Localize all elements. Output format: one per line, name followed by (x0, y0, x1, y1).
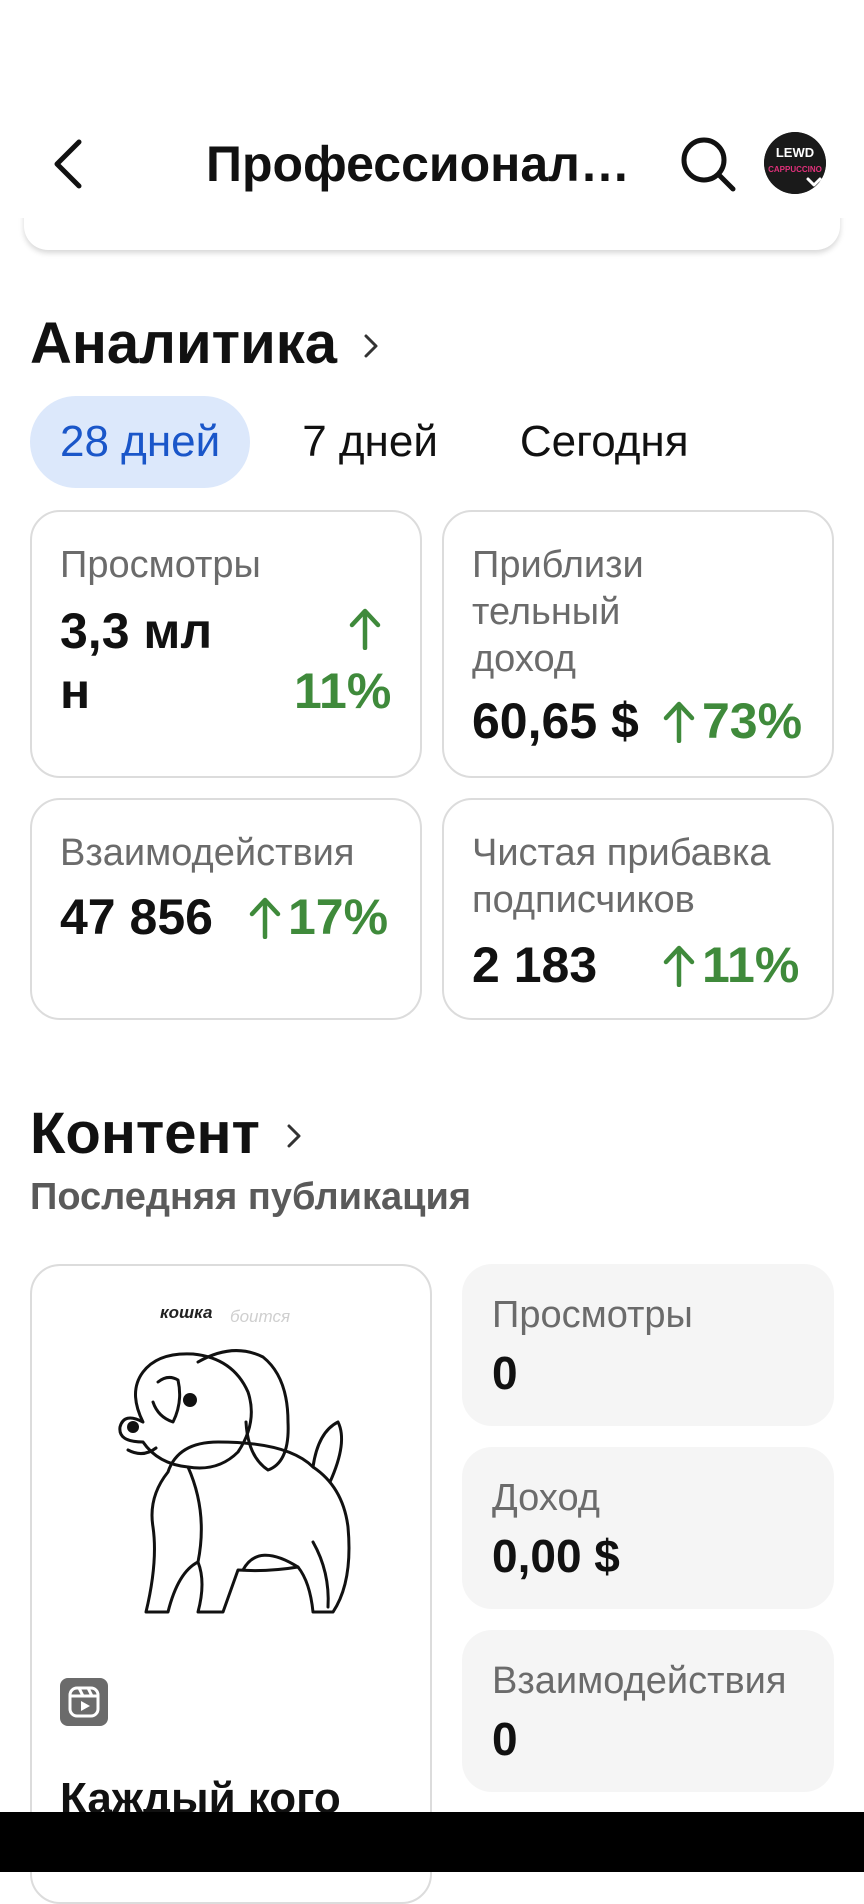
stat-change: 11% (702, 937, 800, 993)
metric-label: Взаимодействия (492, 1660, 787, 1702)
chevron-right-icon (364, 334, 378, 358)
stat-change: 11% (294, 663, 392, 719)
thumbnail-text: кошка (160, 1303, 212, 1322)
metric-label: Доход (492, 1477, 600, 1519)
metric-label: Просмотры (492, 1294, 693, 1336)
metric-value: 0,00 $ (492, 1530, 620, 1582)
tab-today[interactable]: Сегодня (490, 396, 719, 488)
chevron-down-icon[interactable] (802, 170, 826, 194)
post-interactions-metric[interactable]: Взаимодействия 0 (462, 1630, 834, 1792)
analytics-section-header[interactable]: Аналитика (30, 310, 379, 378)
stat-value: 2 183 (472, 937, 598, 993)
views-stat-card[interactable]: Просмотры 3,3 мл н 11% (30, 510, 422, 778)
tab-7-days[interactable]: 7 дней (272, 396, 468, 488)
stat-change: 17% (288, 889, 389, 945)
stat-value: 3,3 мл (60, 603, 213, 659)
top-app-bar: Профессиональ… LEWD CAPPUCCINO (0, 0, 864, 218)
post-views-metric[interactable]: Просмотры 0 (462, 1264, 834, 1426)
post-revenue-metric[interactable]: Доход 0,00 $ (462, 1447, 834, 1609)
stat-label: Просмотры (60, 544, 261, 586)
stat-value: 60,65 $ (472, 693, 639, 749)
content-subtitle: Последняя публикация (30, 1176, 472, 1218)
content-title: Контент (30, 1101, 260, 1166)
metric-value: 0 (492, 1347, 518, 1399)
page-title: Профессиональ… (206, 136, 656, 192)
thumbnail-text-faded: боится (230, 1307, 290, 1326)
stat-value-wrap: н (60, 663, 91, 719)
stat-change-group: 73% (662, 690, 802, 752)
tab-28-days[interactable]: 28 дней (30, 396, 251, 488)
content-section-header[interactable]: Контент (30, 1100, 302, 1168)
followers-stat-card[interactable]: Чистая прибавка подписчиков 2 183 11% (442, 798, 834, 1020)
stat-label: Приблизи (472, 544, 644, 586)
arrow-up-icon (249, 897, 281, 939)
stat-label-line3: доход (472, 638, 576, 680)
analytics-title: Аналитика (30, 311, 338, 376)
stat-label: Взаимодействия (60, 832, 355, 874)
arrow-up-icon (349, 608, 381, 650)
stat-change-group: 17% (248, 886, 388, 948)
stat-change: 73% (702, 693, 803, 749)
metric-value: 0 (492, 1713, 518, 1765)
reels-icon (60, 1678, 108, 1726)
search-icon (681, 137, 736, 192)
chevron-right-icon (287, 1124, 301, 1148)
back-arrow-icon (54, 139, 82, 189)
arrow-up-icon (663, 945, 695, 987)
stat-label: Чистая прибавка (472, 832, 771, 874)
search-button[interactable] (676, 132, 740, 196)
post-thumbnail-dog-drawing: кошка боится (118, 1303, 351, 1614)
revenue-stat-card[interactable]: Приблизи тельный доход 60,65 $ 73% (442, 510, 834, 778)
latest-post-card[interactable]: кошка боится Каждый кого (30, 1264, 432, 1904)
back-button[interactable] (40, 132, 96, 196)
stat-label-line2: тельный (472, 591, 621, 633)
avatar-text-top: LEWD (776, 145, 814, 160)
stat-value: 47 856 (60, 889, 213, 945)
arrow-up-icon (663, 701, 695, 743)
date-range-tabs: 28 дней 7 дней Сегодня (30, 396, 719, 488)
stat-label-line2: подписчиков (472, 879, 695, 921)
interactions-stat-card[interactable]: Взаимодействия 47 856 17% (30, 798, 422, 1020)
system-navigation-bar (0, 1812, 864, 1872)
stat-change-group: 11% (662, 934, 799, 996)
